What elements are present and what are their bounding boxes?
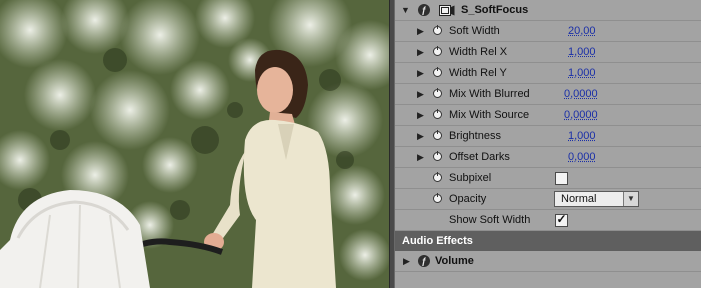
opacity-dropdown-value: Normal: [561, 193, 597, 205]
triangle-right-icon[interactable]: ▶: [417, 21, 424, 42]
chevron-down-icon[interactable]: ▼: [623, 192, 638, 206]
stopwatch-icon[interactable]: [433, 25, 442, 35]
param-row-soft-width: ▶ Soft Width 20,00: [395, 21, 701, 42]
triangle-right-icon[interactable]: ▶: [417, 84, 424, 105]
opacity-dropdown[interactable]: Normal ▼: [554, 191, 639, 207]
fx-icon[interactable]: ƒ: [418, 4, 430, 16]
effect-controls-panel: ▼ ƒ S_SoftFocus ▶ Soft Width 20,00 ▶ Wid…: [395, 0, 701, 288]
stopwatch-icon[interactable]: [433, 130, 442, 140]
param-row-mix-with-source: ▶ Mix With Source 0,0000: [395, 105, 701, 126]
param-row-brightness: ▶ Brightness 1,000: [395, 126, 701, 147]
param-label: Offset Darks: [449, 151, 510, 163]
triangle-down-icon[interactable]: ▼: [401, 0, 410, 21]
param-value[interactable]: 0,0000: [564, 84, 598, 105]
subpixel-checkbox[interactable]: [555, 172, 568, 185]
param-label: Mix With Blurred: [449, 88, 530, 100]
param-label: Width Rel Y: [449, 67, 507, 79]
triangle-right-icon[interactable]: ▶: [417, 42, 424, 63]
param-row-subpixel: Subpixel: [395, 168, 701, 189]
param-label: Soft Width: [449, 25, 500, 37]
effect-header-row[interactable]: ▼ ƒ S_SoftFocus: [395, 0, 701, 21]
param-label: Subpixel: [449, 172, 492, 184]
stopwatch-icon[interactable]: [433, 193, 442, 203]
param-value[interactable]: 20,00: [568, 21, 596, 42]
param-value[interactable]: 1,000: [568, 126, 596, 147]
triangle-right-icon[interactable]: ▶: [417, 126, 424, 147]
stopwatch-icon[interactable]: [433, 46, 442, 56]
param-row-width-rel-y: ▶ Width Rel Y 1,000: [395, 63, 701, 84]
param-value[interactable]: 1,000: [568, 63, 596, 84]
triangle-right-icon[interactable]: ▶: [417, 105, 424, 126]
checkmark-icon: ✓: [556, 212, 567, 226]
param-row-width-rel-x: ▶ Width Rel X 1,000: [395, 42, 701, 63]
param-label: Brightness: [449, 130, 501, 142]
stopwatch-icon[interactable]: [433, 88, 442, 98]
triangle-right-icon[interactable]: ▶: [417, 147, 424, 168]
fx-icon[interactable]: ƒ: [418, 255, 430, 267]
audio-effect-name: Volume: [435, 255, 474, 267]
param-value[interactable]: 1,000: [568, 42, 596, 63]
audio-effects-header: Audio Effects: [395, 231, 701, 251]
triangle-right-icon[interactable]: ▶: [417, 63, 424, 84]
effect-name: S_SoftFocus: [461, 4, 529, 16]
param-label: Show Soft Width: [449, 214, 531, 226]
param-value[interactable]: 0,0000: [564, 105, 598, 126]
stopwatch-icon[interactable]: [433, 109, 442, 119]
stopwatch-icon[interactable]: [433, 67, 442, 77]
triangle-right-icon[interactable]: ▶: [403, 251, 410, 272]
param-label: Width Rel X: [449, 46, 508, 58]
param-label: Opacity: [449, 193, 487, 205]
param-row-offset-darks: ▶ Offset Darks 0,000: [395, 147, 701, 168]
param-value[interactable]: 0,000: [568, 147, 596, 168]
param-row-show-soft-width: Show Soft Width ✓: [395, 210, 701, 231]
stopwatch-icon[interactable]: [433, 151, 442, 161]
show-soft-width-checkbox[interactable]: ✓: [555, 212, 568, 227]
stopwatch-icon[interactable]: [433, 172, 442, 182]
param-label: Mix With Source: [449, 109, 530, 121]
audio-effect-row-volume[interactable]: ▶ ƒ Volume: [395, 251, 701, 272]
video-preview: [0, 0, 389, 288]
param-row-mix-with-blurred: ▶ Mix With Blurred 0,0000: [395, 84, 701, 105]
param-row-opacity: Opacity Normal ▼: [395, 189, 701, 210]
preview-frame: [0, 0, 389, 288]
clip-icon: [439, 5, 455, 16]
